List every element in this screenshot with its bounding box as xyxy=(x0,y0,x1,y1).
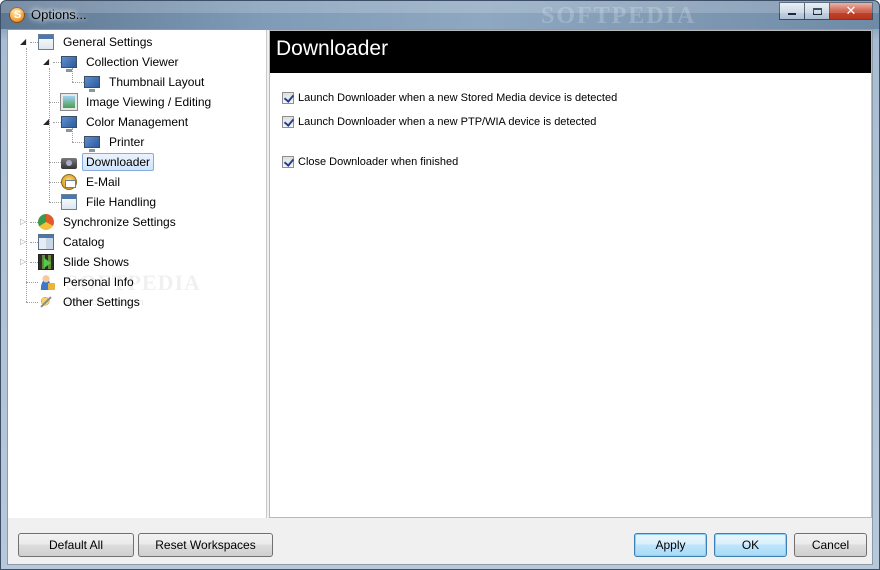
tree-item-label: Synchronize Settings xyxy=(63,215,176,229)
tree-item-collection-viewer[interactable]: Collection Viewer xyxy=(61,52,183,72)
tree-item-printer[interactable]: Printer xyxy=(84,132,148,152)
option-launch-stored-media[interactable]: Launch Downloader when a new Stored Medi… xyxy=(282,92,617,104)
panel-title: Downloader xyxy=(270,31,871,73)
color-management-icon xyxy=(61,116,77,132)
downloader-camera-icon xyxy=(61,158,77,169)
synchronize-icon xyxy=(38,214,54,230)
tree-connector xyxy=(72,82,84,83)
tree-connector xyxy=(53,62,61,63)
email-icon xyxy=(61,174,77,190)
close-when-finished-checkbox[interactable] xyxy=(282,156,294,168)
close-button[interactable]: ✕ xyxy=(829,2,873,20)
expander-slide-shows[interactable]: ▷ xyxy=(20,258,28,266)
tree-connector xyxy=(53,122,61,123)
tree-connector xyxy=(30,242,38,243)
collection-viewer-icon xyxy=(61,56,77,72)
tree-item-label: Color Management xyxy=(86,115,189,129)
option-label: Launch Downloader when a new PTP/WIA dev… xyxy=(298,116,597,128)
expander-synchronize-settings[interactable]: ▷ xyxy=(20,218,28,226)
general-settings-icon xyxy=(38,34,54,50)
tree-item-label: Thumbnail Layout xyxy=(109,75,205,89)
tree-item-label: Downloader xyxy=(82,153,155,171)
tree-item-synchronize-settings[interactable]: Synchronize Settings xyxy=(38,212,180,232)
settings-tree[interactable]: ◢ ◢ ◢ ▷ ▷ ▷ General Settings Collection … xyxy=(8,30,267,518)
window-title: Options... xyxy=(31,7,87,22)
tree-connector xyxy=(49,102,61,103)
apply-button[interactable]: Apply xyxy=(634,533,707,557)
thumbnail-layout-icon xyxy=(84,76,100,92)
tree-item-label: Slide Shows xyxy=(63,255,130,269)
expander-collection-viewer[interactable]: ◢ xyxy=(43,58,51,66)
launch-ptp-wia-checkbox[interactable] xyxy=(282,116,294,128)
tree-item-label: Printer xyxy=(109,135,145,149)
tree-connector xyxy=(72,142,84,143)
title-bar[interactable]: S Options... SOFTPEDIA ✕ xyxy=(1,1,879,29)
tree-item-label: General Settings xyxy=(63,35,153,49)
tree-connector xyxy=(49,182,61,183)
option-label: Launch Downloader when a new Stored Medi… xyxy=(298,92,618,104)
tree-watermark: SOFTPEDIA xyxy=(66,270,201,295)
tree-watermark-url: www.softpedia.com xyxy=(66,297,144,307)
default-all-button[interactable]: Default All xyxy=(18,533,134,557)
tree-connector xyxy=(30,42,38,43)
launch-stored-media-checkbox[interactable] xyxy=(282,92,294,104)
tree-item-downloader[interactable]: Downloader xyxy=(61,152,155,172)
expander-color-management[interactable]: ◢ xyxy=(43,118,51,126)
option-close-when-finished[interactable]: Close Downloader when finished xyxy=(282,156,458,168)
tree-connector xyxy=(26,302,38,303)
tree-item-email[interactable]: E-Mail xyxy=(61,172,124,192)
tree-item-slide-shows[interactable]: Slide Shows xyxy=(38,252,133,272)
slide-shows-icon xyxy=(38,254,54,270)
downloader-settings-panel: Downloader Launch Downloader when a new … xyxy=(269,30,872,518)
tree-item-general-settings[interactable]: General Settings xyxy=(38,32,156,52)
tree-item-label: Catalog xyxy=(63,235,105,249)
minimize-button[interactable] xyxy=(779,2,805,20)
file-handling-icon xyxy=(61,194,77,210)
image-viewing-icon xyxy=(61,94,77,110)
ok-button[interactable]: OK xyxy=(714,533,787,557)
tree-item-label: E-Mail xyxy=(86,175,121,189)
tree-connector xyxy=(49,162,61,163)
maximize-button[interactable] xyxy=(804,2,830,20)
tree-connector xyxy=(30,262,38,263)
catalog-icon xyxy=(38,234,54,250)
printer-icon xyxy=(84,136,100,152)
cancel-button[interactable]: Cancel xyxy=(794,533,867,557)
tree-item-image-viewing-editing[interactable]: Image Viewing / Editing xyxy=(61,92,215,112)
options-window: S Options... SOFTPEDIA ✕ ◢ ◢ ◢ ▷ ▷ ▷ Gen… xyxy=(0,0,880,570)
tree-item-label: File Handling xyxy=(86,195,157,209)
reset-workspaces-button[interactable]: Reset Workspaces xyxy=(138,533,273,557)
tree-item-file-handling[interactable]: File Handling xyxy=(61,192,160,212)
tree-connector xyxy=(49,202,61,203)
expander-catalog[interactable]: ▷ xyxy=(20,238,28,246)
tree-item-color-management[interactable]: Color Management xyxy=(61,112,192,132)
option-label: Close Downloader when finished xyxy=(298,156,459,168)
tree-item-thumbnail-layout[interactable]: Thumbnail Layout xyxy=(84,72,208,92)
other-settings-icon xyxy=(38,294,54,310)
close-icon: ✕ xyxy=(845,3,857,18)
tree-item-catalog[interactable]: Catalog xyxy=(38,232,108,252)
tree-connector xyxy=(26,282,38,283)
personal-info-icon xyxy=(38,274,55,290)
option-launch-ptp-wia[interactable]: Launch Downloader when a new PTP/WIA dev… xyxy=(282,116,596,128)
dialog-client-area: ◢ ◢ ◢ ▷ ▷ ▷ General Settings Collection … xyxy=(7,29,873,565)
tree-item-label: Image Viewing / Editing xyxy=(86,95,212,109)
minimize-icon xyxy=(788,13,796,15)
tree-connector xyxy=(30,222,38,223)
maximize-icon xyxy=(812,7,822,15)
tree-item-label: Collection Viewer xyxy=(86,55,179,69)
app-logo-icon[interactable]: S xyxy=(9,7,25,23)
expander-general-settings[interactable]: ◢ xyxy=(20,38,28,46)
watermark: SOFTPEDIA xyxy=(541,3,697,29)
